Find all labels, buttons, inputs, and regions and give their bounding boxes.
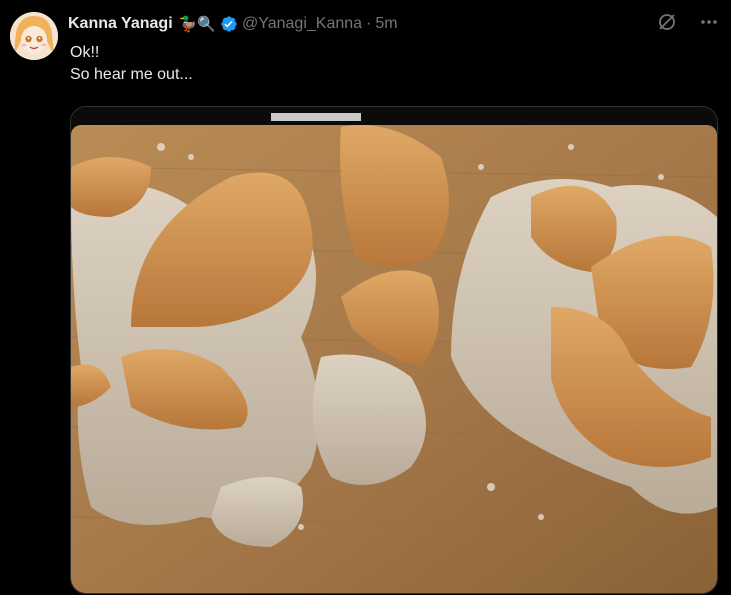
header-actions: [657, 12, 719, 36]
verified-badge-icon[interactable]: [220, 15, 238, 33]
tweet-header: Kanna Yanagi 🦆🔍 @Yanagi_Kanna · 5m: [68, 12, 719, 36]
avatar-image: [10, 12, 58, 60]
bread-on-cutting-board-image: [71, 107, 717, 593]
timestamp[interactable]: 5m: [375, 15, 397, 33]
more-icon[interactable]: [699, 12, 719, 37]
author-name[interactable]: Kanna Yanagi: [68, 15, 173, 33]
name-emojis: 🦆🔍: [178, 16, 216, 33]
tweet-text-line: So hear me out...: [70, 66, 193, 83]
avatar[interactable]: [10, 12, 58, 60]
tweet-text-line: Ok!!: [70, 44, 100, 61]
tweet-photo[interactable]: [70, 106, 718, 594]
author-handle[interactable]: @Yanagi_Kanna: [242, 15, 362, 33]
separator-dot: ·: [366, 15, 372, 32]
grok-icon[interactable]: [657, 12, 677, 37]
tweet-text: Ok!! So hear me out...: [70, 42, 193, 86]
